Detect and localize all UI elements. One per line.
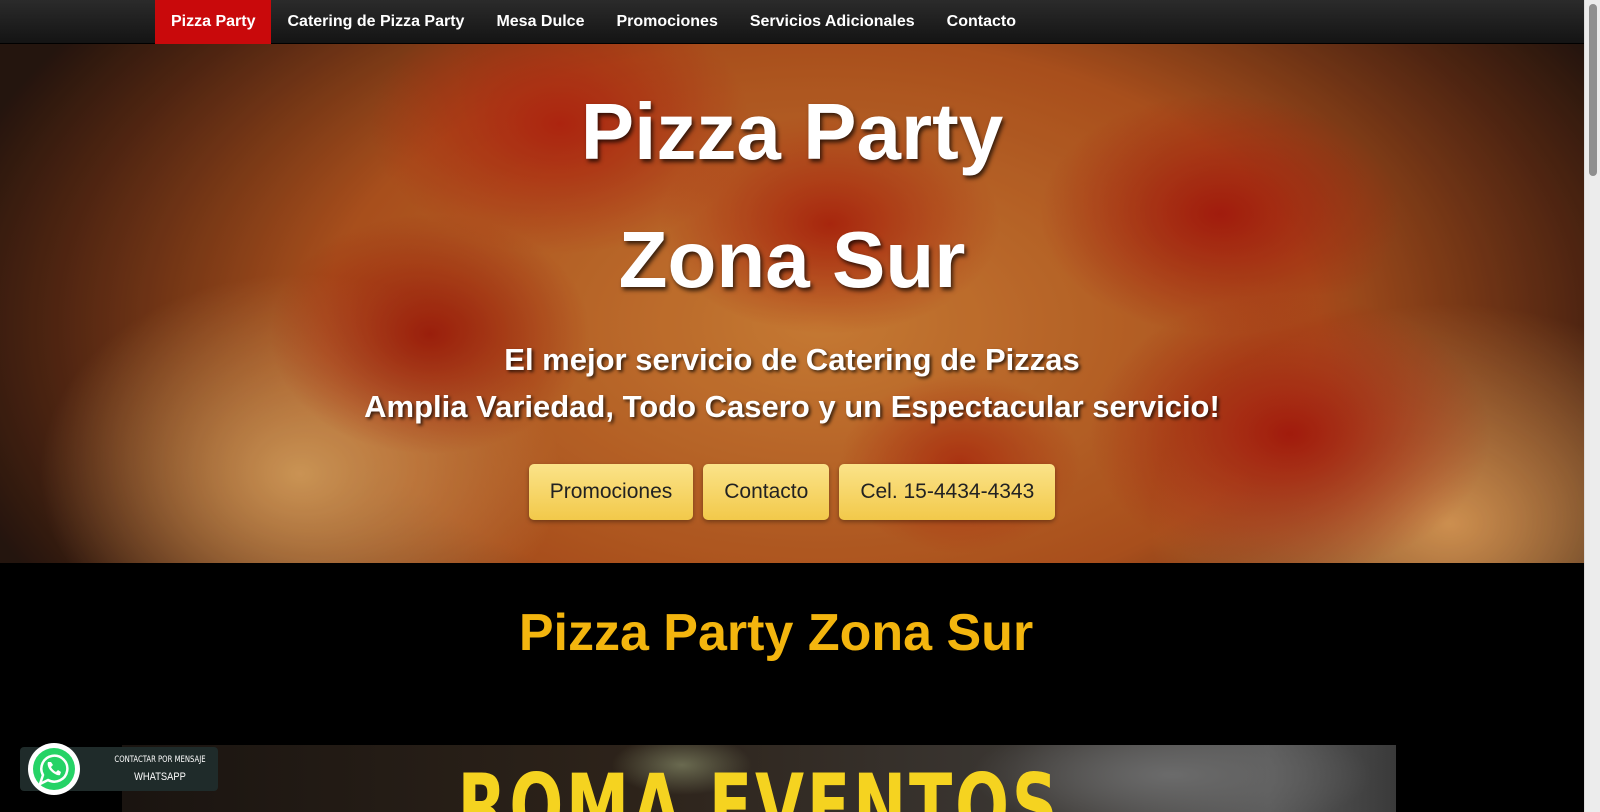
nav-item-mesa-dulce[interactable]: Mesa Dulce xyxy=(480,0,600,44)
whatsapp-label-line1: CONTACTAR POR MENSAJE xyxy=(114,755,206,765)
nav-item-promociones[interactable]: Promociones xyxy=(600,0,733,44)
whatsapp-contact-button[interactable]: CONTACTAR POR MENSAJE WHATSAPP xyxy=(20,743,218,795)
promociones-button[interactable]: Promociones xyxy=(528,464,694,520)
contacto-button[interactable]: Contacto xyxy=(703,464,830,520)
hero-subtitle-line2: Amplia Variedad, Todo Casero y un Espect… xyxy=(364,389,1220,424)
nav-item-contacto[interactable]: Contacto xyxy=(931,0,1032,44)
nav-menu: Pizza Party Catering de Pizza Party Mesa… xyxy=(155,0,1032,44)
top-navbar: Pizza Party Catering de Pizza Party Mesa… xyxy=(0,0,1584,44)
phone-button[interactable]: Cel. 15-4434-4343 xyxy=(839,464,1056,520)
nav-item-pizza-party[interactable]: Pizza Party xyxy=(155,0,272,44)
banner-text: ROMA EVENTOS xyxy=(457,755,1061,812)
hero-title-line1: Pizza Party xyxy=(580,87,1004,176)
nav-item-catering[interactable]: Catering de Pizza Party xyxy=(271,0,480,44)
nav-item-servicios-adicionales[interactable]: Servicios Adicionales xyxy=(734,0,931,44)
scrollbar-thumb[interactable] xyxy=(1589,4,1597,176)
roma-eventos-banner: ROMA EVENTOS xyxy=(122,745,1396,812)
hero-button-group: Promociones Contacto Cel. 15-4434-4343 xyxy=(0,464,1584,520)
vertical-scrollbar[interactable] xyxy=(1584,0,1600,812)
hero-subtitle-line1: El mejor servicio de Catering de Pizzas xyxy=(504,342,1080,377)
hero-section: Pizza Party Zona Sur El mejor servicio d… xyxy=(0,44,1584,563)
section-title: Pizza Party Zona Sur xyxy=(518,604,1034,662)
whatsapp-label-line2: WHATSAPP xyxy=(134,771,186,783)
whatsapp-icon xyxy=(28,743,80,795)
hero-title-line2: Zona Sur xyxy=(618,215,966,304)
